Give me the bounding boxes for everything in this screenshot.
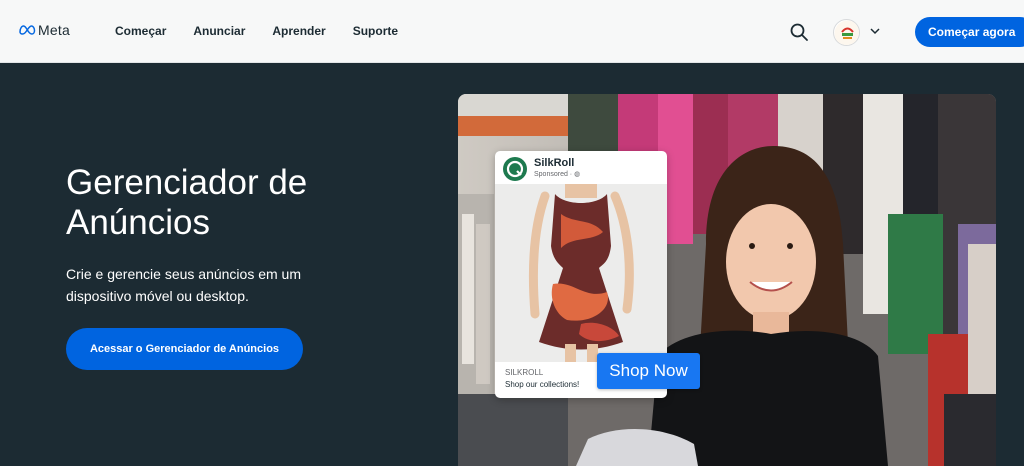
ad-sponsored-label: Sponsored · ◍ — [534, 170, 580, 178]
silkroll-logo-icon — [503, 157, 527, 181]
ad-product-image — [495, 184, 667, 362]
dress-model-image — [495, 184, 667, 362]
nav-link-aprender[interactable]: Aprender — [272, 24, 325, 38]
chevron-down-icon[interactable] — [869, 26, 881, 36]
page-title: Gerenciador de Anúncios — [66, 163, 308, 242]
silkroll-q-icon — [506, 160, 524, 178]
sponsored-text: Sponsored · — [534, 171, 575, 178]
ad-brand-name: SilkRoll — [534, 157, 575, 169]
access-ads-manager-button[interactable]: Acessar o Gerenciador de Anúncios — [66, 328, 303, 370]
ad-footer-text: Shop our collections! — [505, 380, 580, 389]
nav-link-suporte[interactable]: Suporte — [353, 24, 398, 38]
ad-footer-brand: SILKROLL — [505, 368, 544, 377]
avatar[interactable] — [833, 19, 860, 46]
globe-icon: ◍ — [574, 171, 581, 178]
meta-infinity-icon — [19, 25, 36, 35]
shop-now-button[interactable]: Shop Now — [597, 353, 700, 389]
avatar-image — [834, 20, 859, 45]
start-now-button[interactable]: Começar agora — [915, 17, 1024, 47]
search-icon[interactable] — [789, 22, 809, 42]
meta-logo[interactable]: Meta — [18, 22, 70, 38]
top-nav: Meta Começar Anunciar Aprender Suporte C… — [0, 0, 1024, 63]
logo-text: Meta — [38, 22, 70, 38]
hero-subtitle: Crie e gerencie seus anúncios em um disp… — [66, 266, 302, 304]
nav-links: Começar Anunciar Aprender Suporte — [115, 24, 398, 38]
ad-header: SilkRoll Sponsored · ◍ — [495, 151, 667, 184]
nav-link-anunciar[interactable]: Anunciar — [193, 24, 245, 38]
nav-link-comecar[interactable]: Começar — [115, 24, 166, 38]
